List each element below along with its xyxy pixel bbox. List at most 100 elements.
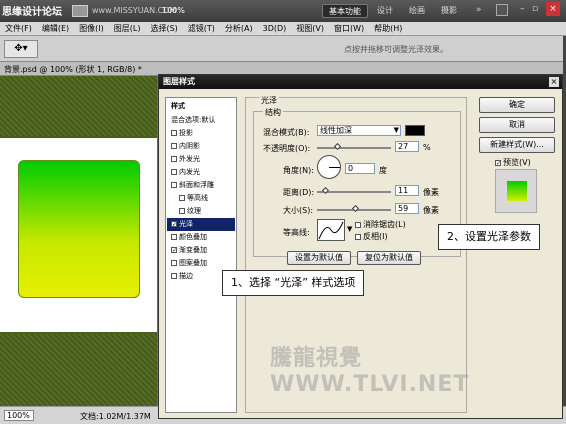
angle-input[interactable]: 0	[345, 163, 375, 174]
contour-picker[interactable]	[317, 219, 345, 241]
reset-default-button[interactable]: 复位为默认值	[357, 251, 421, 265]
watermark: 騰龍視覺 WWW.TLVI.NET	[270, 346, 470, 397]
style-item-checkbox[interactable]: ✓	[171, 221, 177, 228]
style-item-checkbox[interactable]	[171, 143, 177, 149]
style-item-checkbox[interactable]: ✓	[171, 247, 177, 254]
cancel-button[interactable]: 取消	[479, 117, 555, 133]
angle-unit: 度	[379, 166, 387, 175]
antialias-checkbox[interactable]: 消除锯齿(L)	[355, 219, 406, 230]
invert-checkbox[interactable]: 反相(I)	[355, 231, 388, 242]
style-item[interactable]: 混合选项:默认	[167, 114, 235, 127]
chevron-down-icon: ▼	[393, 126, 399, 134]
minimize-icon[interactable]: –	[520, 4, 525, 14]
callout-step-2: 2、设置光泽参数	[438, 224, 540, 250]
antialias-label: 消除锯齿(L)	[363, 220, 406, 229]
ok-button[interactable]: 确定	[479, 97, 555, 113]
style-item[interactable]: ✓ 渐变叠加	[167, 244, 235, 257]
close-icon[interactable]: ×	[546, 2, 560, 16]
style-item-label: 图案叠加	[179, 259, 207, 267]
style-item-label: 颜色叠加	[179, 233, 207, 241]
expand-icon[interactable]: »	[476, 5, 482, 15]
group-title: 结构	[263, 107, 283, 118]
style-item[interactable]: 图案叠加	[167, 257, 235, 270]
workspace-design[interactable]: 设计	[374, 4, 396, 18]
style-item[interactable]: 内发光	[167, 166, 235, 179]
style-item[interactable]: 斜面和浮雕	[167, 179, 235, 192]
workspace-photo[interactable]: 摄影	[438, 4, 460, 18]
menu-select[interactable]: 选择(S)	[145, 22, 182, 36]
contour-curve-icon	[318, 221, 344, 240]
style-item[interactable]: 等高线	[167, 192, 235, 205]
blend-mode-select[interactable]: 线性加深 ▼	[317, 125, 401, 136]
options-hint: 点按并拖移可调整光泽效果。	[344, 45, 448, 54]
menu-layer[interactable]: 图层(L)	[109, 22, 146, 36]
blend-color-swatch[interactable]	[405, 125, 425, 136]
new-style-button[interactable]: 新建样式(W)...	[479, 137, 555, 153]
style-list: 样式 混合选项:默认投影内阴影外发光内发光斜面和浮雕 等高线 纹理 ✓ 光泽颜色叠加 ✓ 渐…	[165, 97, 237, 413]
menu-view[interactable]: 视图(V)	[291, 22, 329, 36]
menu-3d[interactable]: 3D(D)	[258, 22, 292, 36]
menu-window[interactable]: 窗口(W)	[329, 22, 369, 36]
status-zoom[interactable]: 100%	[4, 410, 34, 421]
styles-header[interactable]: 样式	[167, 100, 235, 113]
size-unit: 像素	[423, 206, 439, 215]
restore-icon[interactable]: ▫	[532, 4, 538, 14]
menu-filter[interactable]: 滤镜(T)	[183, 22, 220, 36]
style-item[interactable]: 颜色叠加	[167, 231, 235, 244]
options-bar: ✥▾ 点按并拖移可调整光泽效果。	[0, 36, 566, 62]
distance-input[interactable]: 11	[395, 185, 419, 196]
callout-step-1: 1、选择 “光泽” 样式选项	[222, 270, 365, 296]
zoom-display[interactable]: 100%	[162, 6, 185, 15]
angle-label: 角度(N):	[283, 166, 314, 175]
menu-image[interactable]: 图像(I)	[74, 22, 109, 36]
style-item-label: 内发光	[179, 168, 200, 176]
size-slider[interactable]	[317, 204, 391, 213]
style-item[interactable]: 外发光	[167, 153, 235, 166]
opacity-slider[interactable]	[317, 142, 391, 151]
green-gradient-shape[interactable]	[18, 160, 140, 298]
style-item-checkbox[interactable]	[171, 182, 177, 188]
menu-file[interactable]: 文件(F)	[0, 22, 37, 36]
style-item-checkbox[interactable]	[171, 260, 177, 266]
style-item[interactable]: 投影	[167, 127, 235, 140]
style-item-checkbox[interactable]	[171, 156, 177, 162]
angle-dial[interactable]	[317, 155, 341, 179]
workspace-paint[interactable]: 绘画	[406, 4, 428, 18]
style-item-checkbox[interactable]	[171, 169, 177, 175]
style-item-label: 内阴影	[179, 142, 200, 150]
blend-mode-label: 混合模式(B):	[263, 128, 310, 137]
style-item-label: 投影	[179, 129, 193, 137]
contour-dropdown-icon[interactable]: ▼	[347, 225, 352, 233]
distance-slider[interactable]	[317, 186, 391, 195]
style-item[interactable]: 纹理	[167, 205, 235, 218]
blend-mode-value: 线性加深	[320, 126, 352, 135]
document-title: 背景.psd @ 100% (形状 1, RGB/8) *	[4, 65, 142, 74]
style-item[interactable]: 内阴影	[167, 140, 235, 153]
dialog-close-icon[interactable]: ×	[549, 77, 559, 87]
layout-icon[interactable]	[72, 5, 88, 17]
style-item-checkbox[interactable]	[171, 273, 177, 279]
menu-analysis[interactable]: 分析(A)	[220, 22, 258, 36]
menu-help[interactable]: 帮助(H)	[369, 22, 407, 36]
menu-edit[interactable]: 编辑(E)	[37, 22, 74, 36]
opacity-input[interactable]: 27	[395, 141, 419, 152]
workspace-basic[interactable]: 基本功能	[322, 4, 368, 18]
style-item-checkbox[interactable]	[171, 130, 177, 136]
search-icon[interactable]	[496, 4, 508, 16]
dialog-title: 图层样式	[159, 75, 562, 89]
preview-checkbox[interactable]: ✓ 预览(V)	[495, 157, 531, 168]
preview-label: 预览(V)	[503, 158, 531, 167]
size-input[interactable]: 59	[395, 203, 419, 214]
size-label: 大小(S):	[283, 206, 314, 215]
grass-texture-top	[0, 76, 157, 136]
distance-unit: 像素	[423, 188, 439, 197]
style-item[interactable]: ✓ 光泽	[167, 218, 235, 231]
style-item-checkbox[interactable]	[179, 208, 185, 214]
move-tool-icon[interactable]: ✥▾	[4, 40, 38, 58]
style-item-checkbox[interactable]	[179, 195, 185, 201]
opacity-unit: %	[423, 143, 431, 152]
style-item-checkbox[interactable]	[171, 234, 177, 240]
section-title: 光泽	[259, 95, 279, 106]
site-label: 思缘设计论坛	[2, 7, 62, 18]
set-default-button[interactable]: 设置为默认值	[287, 251, 351, 265]
